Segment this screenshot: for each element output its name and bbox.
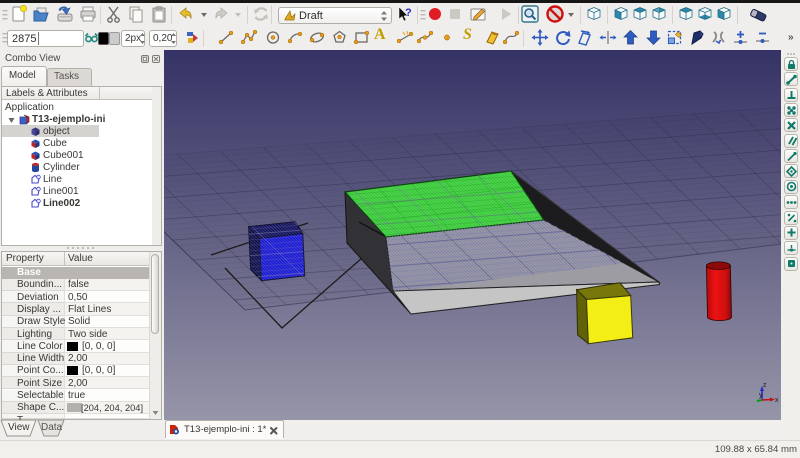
svg-text:y: y (759, 392, 763, 399)
svg-text:?: ? (405, 7, 412, 19)
svg-text:x: x (775, 397, 779, 404)
svg-text:z: z (763, 382, 767, 389)
